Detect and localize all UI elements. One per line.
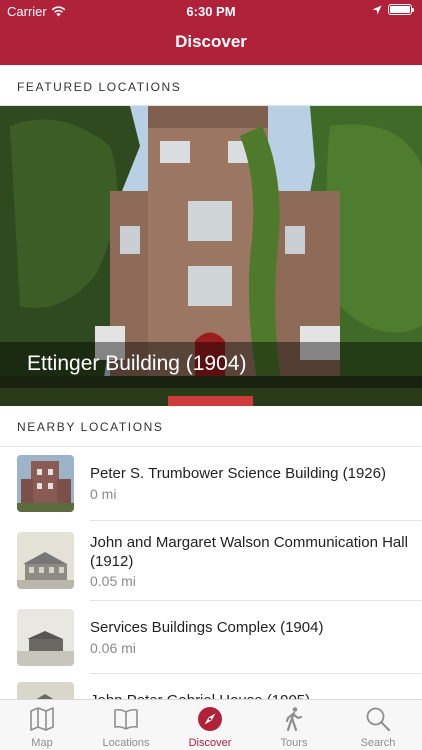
location-arrow-icon: [372, 5, 382, 14]
featured-heading: FEATURED LOCATIONS: [17, 80, 182, 94]
location-thumbnail: [17, 455, 74, 512]
search-icon: [366, 707, 390, 731]
status-right: [372, 4, 414, 15]
location-thumbnail: [17, 682, 74, 699]
tab-map-label: Map: [31, 737, 53, 749]
list-item[interactable]: John Peter Gabriel House (1905): [0, 674, 422, 699]
nearby-heading: NEARBY LOCATIONS: [17, 420, 164, 434]
tab-search-label: Search: [360, 737, 396, 749]
featured-title: Ettinger Building (1904): [27, 352, 247, 375]
walking-icon: [285, 707, 303, 732]
app-header: Carrier 6:30 PM Discover: [0, 0, 422, 65]
tab-bar: Map Locations Discover Tours Search: [0, 699, 422, 750]
nearby-list: Peter S. Trumbower Science Building (192…: [0, 447, 422, 699]
compass-icon: [198, 707, 222, 731]
list-item[interactable]: Peter S. Trumbower Science Building (192…: [0, 447, 422, 521]
battery-icon: [388, 4, 414, 15]
location-title: Peter S. Trumbower Science Building (192…: [90, 465, 386, 482]
location-title: John and Margaret Walson Communication H…: [90, 534, 408, 570]
location-distance: 0 mi: [90, 486, 117, 502]
status-time: 6:30 PM: [186, 4, 236, 19]
tab-discover[interactable]: Discover: [168, 700, 252, 750]
location-title: John Peter Gabriel House (1905): [90, 691, 410, 699]
featured-section-header: FEATURED LOCATIONS: [0, 66, 422, 106]
tab-locations[interactable]: Locations: [84, 700, 168, 750]
location-thumbnail: [17, 532, 74, 589]
tab-locations-label: Locations: [102, 737, 150, 749]
location-thumbnail: [17, 609, 74, 666]
book-icon: [114, 708, 138, 730]
tab-tours[interactable]: Tours: [252, 700, 336, 750]
list-item[interactable]: John and Margaret Walson Communication H…: [0, 521, 422, 601]
tab-tours-label: Tours: [280, 737, 308, 749]
location-distance: 0.05 mi: [90, 573, 136, 589]
map-icon: [30, 707, 54, 731]
status-bar: Carrier 6:30 PM: [0, 0, 422, 22]
tab-search[interactable]: Search: [336, 700, 420, 750]
featured-caption: Ettinger Building (1904): [0, 342, 422, 388]
location-title: Services Buildings Complex (1904): [90, 619, 324, 636]
list-item[interactable]: Services Buildings Complex (1904) 0.06 m…: [0, 601, 422, 674]
page-title: Discover: [175, 32, 247, 51]
location-distance: 0.06 mi: [90, 640, 136, 656]
nearby-section-header: NEARBY LOCATIONS: [0, 406, 422, 447]
tab-discover-label: Discover: [188, 737, 232, 749]
featured-location-card[interactable]: Ettinger Building (1904): [0, 106, 422, 406]
tab-map[interactable]: Map: [0, 700, 84, 750]
